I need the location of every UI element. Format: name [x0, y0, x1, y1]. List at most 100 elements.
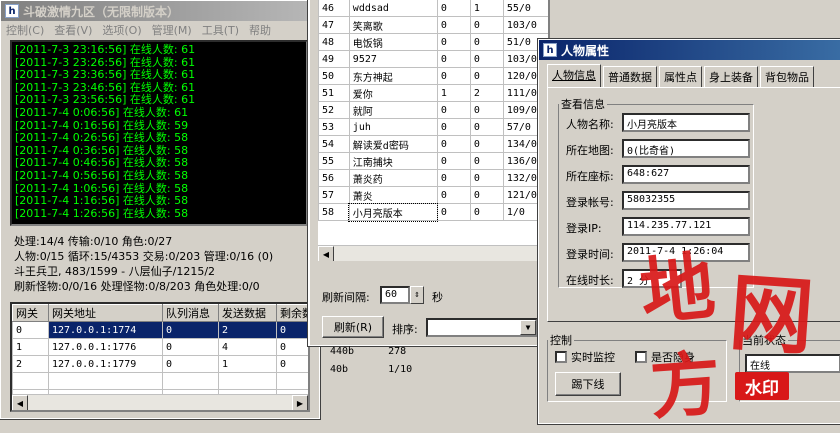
app-icon: h [543, 43, 557, 57]
cell: 0 [469, 101, 504, 119]
table-row[interactable]: 55 江南捕块 0 0 136/0 [318, 152, 548, 170]
cell: 0 [436, 67, 471, 85]
tab-equipment[interactable]: 身上装备 [704, 66, 758, 88]
props-tabs: 人物信息 普通数据 属性点 身上装备 背包物品 [547, 64, 816, 88]
menu-view[interactable]: 查看(V) [49, 22, 97, 38]
table-row[interactable]: 0 127.0.0.1:1774 0 2 0 [12, 321, 308, 339]
col-address[interactable]: 网关地址 [48, 304, 163, 322]
gateway-hscrollbar[interactable]: ◀ ▶ [12, 394, 308, 410]
stats-line: 刷新怪物:0/0/16 处理怪物:0/8/203 角色处理:0/0 [14, 280, 260, 293]
scroll-left-icon[interactable]: ◀ [12, 395, 28, 410]
cell: 0 [436, 50, 471, 68]
cell: 58 [318, 203, 350, 221]
cell: 0 [469, 169, 504, 187]
cell: 53 [318, 118, 350, 136]
table-row[interactable]: 58 小月亮版本 0 0 1/0 [318, 202, 548, 222]
refresh-label: 刷新间隔: [322, 291, 370, 304]
table-row[interactable]: 50 东方神起 0 0 120/0 [318, 67, 548, 85]
spin-icon[interactable]: ⇕ [410, 286, 424, 304]
cell: 127.0.0.1:1774 [48, 321, 163, 339]
refresh-button[interactable]: 刷新(R) [322, 316, 384, 338]
user-window: 46wddsad0155/03336:330000000000027.20.56… [307, 0, 550, 347]
log-console[interactable]: [2011-7-3 23:16:56] 在线人数: 61 [2011-7-3 2… [10, 40, 308, 226]
main-window-title: 斗破激情九区（无限制版本） [23, 4, 180, 19]
table-row[interactable]: 54 解读爱d密码 0 0 134/0 [318, 135, 548, 153]
table-row[interactable]: 57 萧炎 0 0 121/0 [318, 186, 548, 204]
field-label: 所在地图: [566, 144, 614, 157]
kick-button[interactable]: 踢下线 [555, 372, 621, 396]
cell: 0 [469, 203, 504, 221]
tab-normal-data[interactable]: 普通数据 [603, 66, 657, 88]
cell: 48 [318, 33, 350, 51]
account-field[interactable]: 58032355 [622, 191, 750, 210]
cell: 东方神起 [348, 67, 438, 85]
table-row[interactable]: 52 就阿 0 0 109/0 [318, 101, 548, 119]
cell: 江南捕块 [348, 152, 438, 170]
menu-options[interactable]: 选项(O) [97, 22, 146, 38]
cell: 0 [469, 186, 504, 204]
cell: 55/0 [502, 0, 548, 17]
table-row[interactable]: 56 萧炎药 0 0 132/0 [318, 169, 548, 187]
table-row[interactable]: 47笑离歌00103/03333:33207345677113.104.182.… [318, 16, 548, 34]
cell: 0 [276, 355, 308, 373]
menu-tools[interactable]: 工具(T) [197, 22, 244, 38]
col-queue[interactable]: 队列消息 [162, 304, 219, 322]
cell: 50 [318, 67, 350, 85]
table-row[interactable]: 2 127.0.0.1:1779 0 1 0 [12, 355, 308, 373]
menu-manage[interactable]: 管理(M) [147, 22, 197, 38]
watermark-char: 网 [726, 262, 817, 367]
user-hscrollbar[interactable]: ◀ [318, 245, 548, 261]
sort-select[interactable]: ▼ [426, 318, 538, 337]
char-name-field[interactable]: 小月亮版本 [622, 113, 750, 132]
cell: 0 [436, 16, 471, 34]
cell: 小月亮版本 [348, 202, 439, 222]
scroll-right-icon[interactable]: ▶ [292, 395, 308, 410]
table-row[interactable]: 1 127.0.0.1:1776 0 4 0 [12, 338, 308, 356]
log-line: [2011-7-4 0:06:56] 在线人数: 61 [15, 105, 189, 119]
gateway-table[interactable]: 网关 网关地址 队列消息 发送数据 剩余数 0 127.0.0.1:1774 0… [10, 302, 310, 412]
cell: 56 [318, 169, 350, 187]
coord-field[interactable]: 648:627 [622, 165, 750, 184]
cell: 0 [436, 101, 471, 119]
cell: 4 [218, 338, 277, 356]
cell: 电饭锅 [348, 33, 438, 51]
checkbox-icon [635, 351, 647, 363]
cell: 440b [330, 346, 355, 357]
cell: wddsad [348, 0, 438, 17]
menu-control[interactable]: 控制(C) [1, 22, 49, 38]
cell: 0 [162, 321, 219, 339]
map-field[interactable]: 0(比奇省) [622, 139, 750, 158]
cell: 0 [436, 186, 471, 204]
refresh-interval-input[interactable]: 60 [380, 286, 410, 304]
table-row[interactable]: 49 9527 0 0 103/0 [318, 50, 548, 68]
cell: 0 [469, 152, 504, 170]
watermark-badge: 水印 [735, 372, 789, 400]
table-row[interactable]: 51 爱你 1 2 111/0 [318, 84, 548, 102]
table-row[interactable]: 46wddsad0155/03336:330000000000027.20.56… [318, 0, 548, 17]
tab-bag-items[interactable]: 背包物品 [760, 66, 814, 88]
table-row[interactable]: 53 juh 0 0 57/0 [318, 118, 548, 136]
col-remain[interactable]: 剩余数 [276, 304, 308, 322]
cell: 1 [436, 84, 471, 102]
menu-help[interactable]: 帮助 [244, 22, 276, 38]
main-titlebar[interactable]: h 斗破激情九区（无限制版本） [1, 1, 319, 21]
cell: 278 [388, 346, 407, 357]
cell: 1 [469, 0, 504, 17]
table-row[interactable]: 48 电饭锅 0 0 51/0 [318, 33, 548, 51]
log-line: [2011-7-4 1:26:56] 在线人数: 58 [15, 206, 189, 220]
tab-attr-points[interactable]: 属性点 [659, 66, 702, 88]
extra-row: 440b 278 [330, 346, 406, 357]
cell: 0 [436, 169, 471, 187]
tab-char-info[interactable]: 人物信息 [547, 64, 601, 88]
col-send[interactable]: 发送数据 [218, 304, 277, 322]
chevron-down-icon[interactable]: ▼ [520, 320, 536, 335]
scroll-left-icon[interactable]: ◀ [318, 246, 334, 261]
main-menubar: 控制(C) 查看(V) 选项(O) 管理(M) 工具(T) 帮助 [1, 21, 319, 39]
extra-row: 40b 1/10 [330, 364, 412, 375]
props-titlebar[interactable]: h 人物属性 [539, 40, 840, 60]
user-table[interactable]: 46wddsad0155/03336:330000000000027.20.56… [318, 0, 550, 261]
realtime-monitor-checkbox[interactable]: 实时监控 [555, 349, 615, 365]
col-gateway[interactable]: 网关 [12, 304, 49, 322]
cell: 0 [162, 338, 219, 356]
cell: 0 [436, 118, 471, 136]
